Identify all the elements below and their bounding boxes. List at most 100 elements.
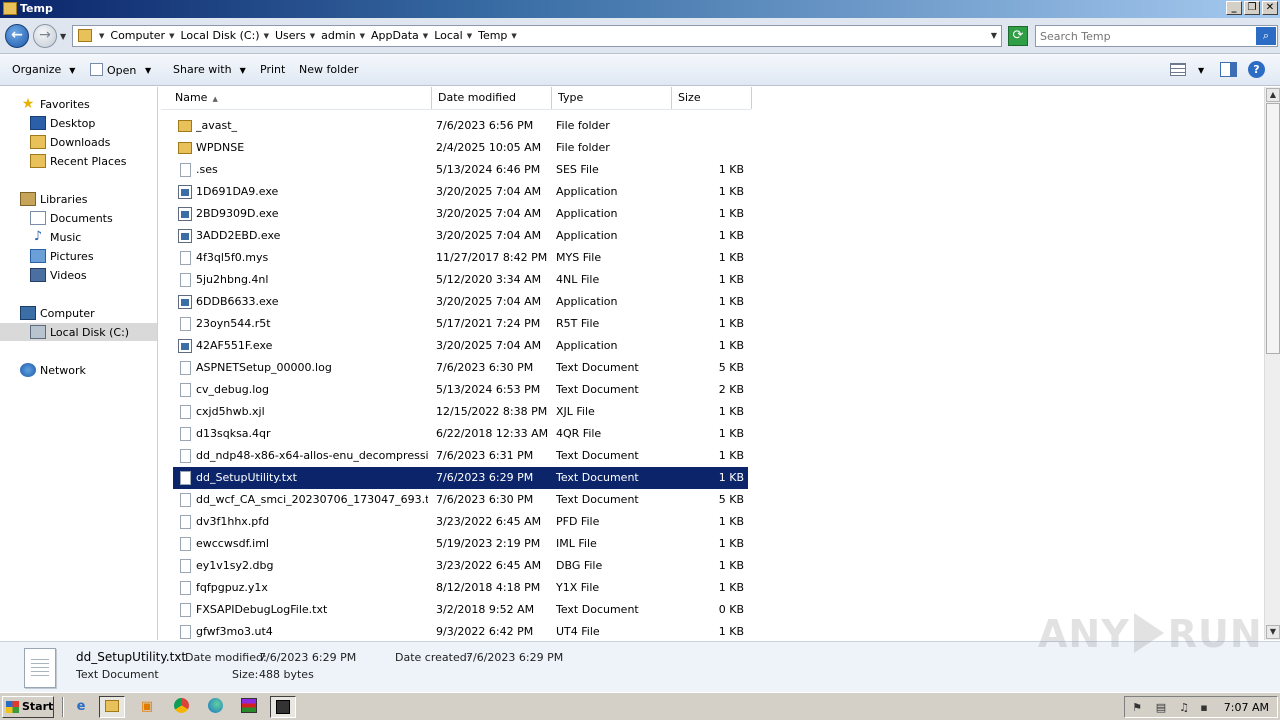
file-row[interactable]: dv3f1hhx.pfd 3/23/2022 6:45 AM PFD File 1 K… xyxy=(173,511,748,533)
recent-pages-dropdown[interactable]: ▼ xyxy=(60,32,66,41)
notification-icon[interactable]: ▪ xyxy=(1197,701,1211,714)
file-row[interactable]: gfwf3mo3.ut4 9/3/2022 6:42 PM UT4 File 1 KB xyxy=(173,621,748,640)
file-row[interactable]: 3ADD2EBD.exe 3/20/2025 7:04 AM Application… xyxy=(173,225,748,247)
crumb-appdata[interactable]: AppData xyxy=(371,29,419,42)
search-box[interactable]: ⌕ xyxy=(1035,25,1278,47)
back-button[interactable]: ← xyxy=(5,24,29,48)
clock[interactable]: 7:07 AM xyxy=(1224,701,1269,714)
file-row[interactable]: ey1v1sy2.dbg 3/23/2022 6:45 AM DBG File 1 K… xyxy=(173,555,748,577)
chevron-down-icon[interactable]: ▼ xyxy=(511,32,516,40)
file-row[interactable]: dd_ndp48-x86-x64-allos-enu_decompression… xyxy=(173,445,748,467)
crumb-users[interactable]: Users xyxy=(275,29,306,42)
scroll-thumb[interactable] xyxy=(1266,103,1280,354)
print-button[interactable]: Print xyxy=(260,63,285,76)
chevron-down-icon[interactable]: ▼ xyxy=(1198,66,1204,75)
file-icon xyxy=(180,383,191,397)
chevron-down-icon[interactable]: ▼ xyxy=(423,32,428,40)
file-row[interactable]: 5ju2hbng.4nl 5/12/2020 3:34 AM 4NL File 1 K… xyxy=(173,269,748,291)
file-row[interactable]: dd_SetupUtility.txt 7/6/2023 6:29 PM Text … xyxy=(173,467,748,489)
file-row[interactable]: 42AF551F.exe 3/20/2025 7:04 AM Application… xyxy=(173,335,748,357)
address-bar[interactable]: ▼ Computer ▼ Local Disk (C:) ▼ Users ▼ a… xyxy=(72,25,1002,47)
nav-pictures[interactable]: Pictures xyxy=(30,247,94,265)
file-row[interactable]: cv_debug.log 5/13/2024 6:53 PM Text Docume… xyxy=(173,379,748,401)
file-row[interactable]: _avast_ 7/6/2023 6:56 PM File folder xyxy=(173,115,748,137)
app-taskbar-icon[interactable] xyxy=(270,696,296,718)
address-history-dropdown[interactable]: ▼ xyxy=(991,31,997,40)
file-row[interactable]: ASPNETSetup_00000.log 7/6/2023 6:30 PM Tex… xyxy=(173,357,748,379)
column-header-date[interactable]: Date modified xyxy=(432,87,552,109)
winrar-icon[interactable] xyxy=(236,696,262,718)
chevron-down-icon[interactable]: ▼ xyxy=(360,32,365,40)
nav-music[interactable]: ♪ Music xyxy=(30,228,81,246)
volume-icon[interactable]: ♫ xyxy=(1177,701,1191,714)
column-header-size[interactable]: Size xyxy=(672,87,752,109)
search-input[interactable] xyxy=(1040,28,1250,44)
chrome-icon[interactable] xyxy=(168,696,194,718)
organize-button[interactable]: Organize ▼ xyxy=(12,63,75,76)
file-row[interactable]: 1D691DA9.exe 3/20/2025 7:04 AM Application… xyxy=(173,181,748,203)
column-header-type[interactable]: Type xyxy=(552,87,672,109)
open-dropdown[interactable]: ▼ xyxy=(145,63,151,76)
file-row[interactable]: 4f3ql5f0.mys 11/27/2017 8:42 PM MYS File 1 … xyxy=(173,247,748,269)
column-header-name[interactable]: Name ▲ xyxy=(165,87,432,109)
search-icon[interactable]: ⌕ xyxy=(1256,27,1276,45)
nav-network[interactable]: Network xyxy=(20,361,86,379)
chevron-down-icon[interactable]: ▼ xyxy=(467,32,472,40)
nav-local-disk[interactable]: Local Disk (C:) xyxy=(0,323,157,341)
nav-libraries[interactable]: Libraries xyxy=(20,190,88,208)
crumb-temp[interactable]: Temp xyxy=(478,29,507,42)
preview-pane-icon[interactable] xyxy=(1220,62,1237,77)
file-icon xyxy=(180,405,191,419)
nav-videos[interactable]: Videos xyxy=(30,266,87,284)
media-player-icon[interactable]: ▣ xyxy=(134,696,160,718)
file-row[interactable]: .ses 5/13/2024 6:46 PM SES File 1 KB xyxy=(173,159,748,181)
file-row[interactable]: 6DDB6633.exe 3/20/2025 7:04 AM Application… xyxy=(173,291,748,313)
file-row[interactable]: WPDNSE 2/4/2025 10:05 AM File folder xyxy=(173,137,748,159)
help-icon[interactable]: ? xyxy=(1248,61,1265,78)
file-row[interactable]: 2BD9309D.exe 3/20/2025 7:04 AM Application… xyxy=(173,203,748,225)
close-button[interactable]: ✕ xyxy=(1262,1,1278,15)
file-row[interactable]: dd_wcf_CA_smci_20230706_173047_693.txt 7/… xyxy=(173,489,748,511)
explorer-taskbar-icon[interactable] xyxy=(99,696,125,718)
network-status-icon[interactable]: ▤ xyxy=(1154,701,1168,714)
nav-downloads[interactable]: Downloads xyxy=(30,133,110,151)
edge-icon[interactable] xyxy=(202,696,228,718)
nav-favorites[interactable]: ★ Favorites xyxy=(20,95,90,113)
chevron-down-icon[interactable]: ▼ xyxy=(169,32,174,40)
crumb-computer[interactable]: Computer xyxy=(110,29,165,42)
file-date-modified: 3/20/2025 7:04 AM xyxy=(436,295,542,308)
nav-computer[interactable]: Computer xyxy=(20,304,95,322)
file-row[interactable]: 23oyn544.r5t 5/17/2021 7:24 PM R5T File 1 K… xyxy=(173,313,748,335)
nav-documents[interactable]: Documents xyxy=(30,209,113,227)
file-row[interactable]: ewccwsdf.iml 5/19/2023 2:19 PM IML File 1 K… xyxy=(173,533,748,555)
vertical-scrollbar[interactable]: ▲ ▼ xyxy=(1264,87,1280,640)
file-row[interactable]: d13sqksa.4qr 6/22/2018 12:33 AM 4QR File 1 … xyxy=(173,423,748,445)
crumb-local-disk[interactable]: Local Disk (C:) xyxy=(180,29,259,42)
new-folder-button[interactable]: New folder xyxy=(299,63,358,76)
scroll-up-button[interactable]: ▲ xyxy=(1266,88,1280,102)
action-center-flag-icon[interactable]: ⚑ xyxy=(1130,701,1144,714)
open-button[interactable]: Open xyxy=(90,63,136,77)
chevron-down-icon[interactable]: ▼ xyxy=(99,32,104,40)
chevron-down-icon[interactable]: ▼ xyxy=(264,32,269,40)
music-icon: ♪ xyxy=(33,229,43,244)
internet-explorer-icon[interactable]: e xyxy=(68,696,94,718)
nav-recent-places[interactable]: Recent Places xyxy=(30,152,127,170)
forward-button[interactable]: → xyxy=(33,24,57,48)
file-size: 1 KB xyxy=(718,339,744,352)
share-with-button[interactable]: Share with ▼ xyxy=(173,63,246,76)
minimize-button[interactable]: _ xyxy=(1226,1,1242,15)
crumb-admin[interactable]: admin xyxy=(321,29,355,42)
file-row[interactable]: FXSAPIDebugLogFile.txt 3/2/2018 9:52 AM Te… xyxy=(173,599,748,621)
start-button[interactable]: Start xyxy=(2,696,54,718)
scroll-down-button[interactable]: ▼ xyxy=(1266,625,1280,639)
nav-desktop[interactable]: Desktop xyxy=(30,114,95,132)
chevron-down-icon[interactable]: ▼ xyxy=(310,32,315,40)
refresh-button[interactable]: ⟳ xyxy=(1008,26,1028,46)
restore-button[interactable]: ❐ xyxy=(1244,1,1260,15)
file-row[interactable]: fqfpgpuz.y1x 8/12/2018 4:18 PM Y1X File 1 K… xyxy=(173,577,748,599)
file-row[interactable]: cxjd5hwb.xjl 12/15/2022 8:38 PM XJL File 1 … xyxy=(173,401,748,423)
file-date-modified: 3/20/2025 7:04 AM xyxy=(436,339,542,352)
crumb-local[interactable]: Local xyxy=(434,29,463,42)
change-view-icon[interactable] xyxy=(1170,63,1186,76)
